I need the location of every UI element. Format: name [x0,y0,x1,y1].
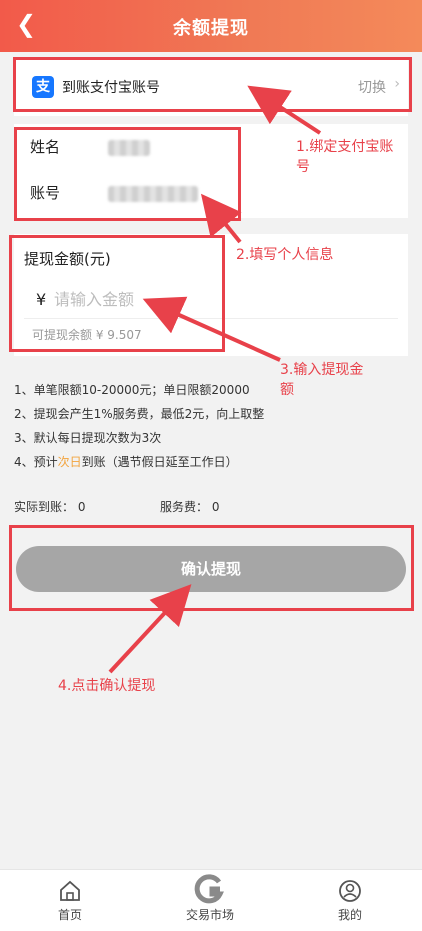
annotation-note-3-line1: 3.输入提现金 [280,362,364,378]
annotation-note-3-line2: 额 [280,382,294,398]
bottom-tab-bar: 首页 交易市场 我的 [0,869,422,931]
annotation-box-4 [9,525,414,611]
page-title: 余额提现 [173,18,249,39]
user-icon [339,880,361,902]
annotation-note-1-line2: 号 [296,159,310,175]
service-fee: 服务费： 0 [160,500,220,514]
rule-item: 4、预计次日到账（遇节假日延至工作日） [14,450,408,474]
rule-4-highlight: 次日 [57,455,82,469]
rule-item: 2、提现会产生1%服务费，最低2元，向上取整 [14,407,265,421]
annotation-note-3: 3.输入提现金 额 [280,360,363,400]
header-bar: ❮ 余额提现 [0,0,422,52]
tab-market[interactable]: 交易市场 [165,874,255,923]
market-logo-icon [194,874,224,904]
tab-home-label: 首页 [57,908,82,922]
rule-4-prefix: 4、预计 [14,455,58,469]
home-icon [60,880,80,901]
rule-4-suffix: 到账（遇节假日延至工作日） [81,455,238,469]
tab-mine-label: 我的 [337,908,362,922]
annotation-box-2 [14,127,241,221]
annotation-box-1 [13,57,412,112]
tab-mine[interactable]: 我的 [305,878,395,923]
annotation-note-4: 4.点击确认提现 [58,678,156,694]
annotation-box-3 [9,235,225,352]
annotation-note-2: 2.填写个人信息 [236,247,334,263]
tab-market-label: 交易市场 [185,908,234,922]
annotation-note-1-line1: 1.绑定支付宝账 [296,139,394,155]
annotation-note-1: 1.绑定支付宝账 号 [296,137,393,177]
tab-home[interactable]: 首页 [25,878,115,923]
rule-item: 3、默认每日提现次数为3次 [14,431,162,445]
actual-amount: 实际到账： 0 [14,500,86,514]
